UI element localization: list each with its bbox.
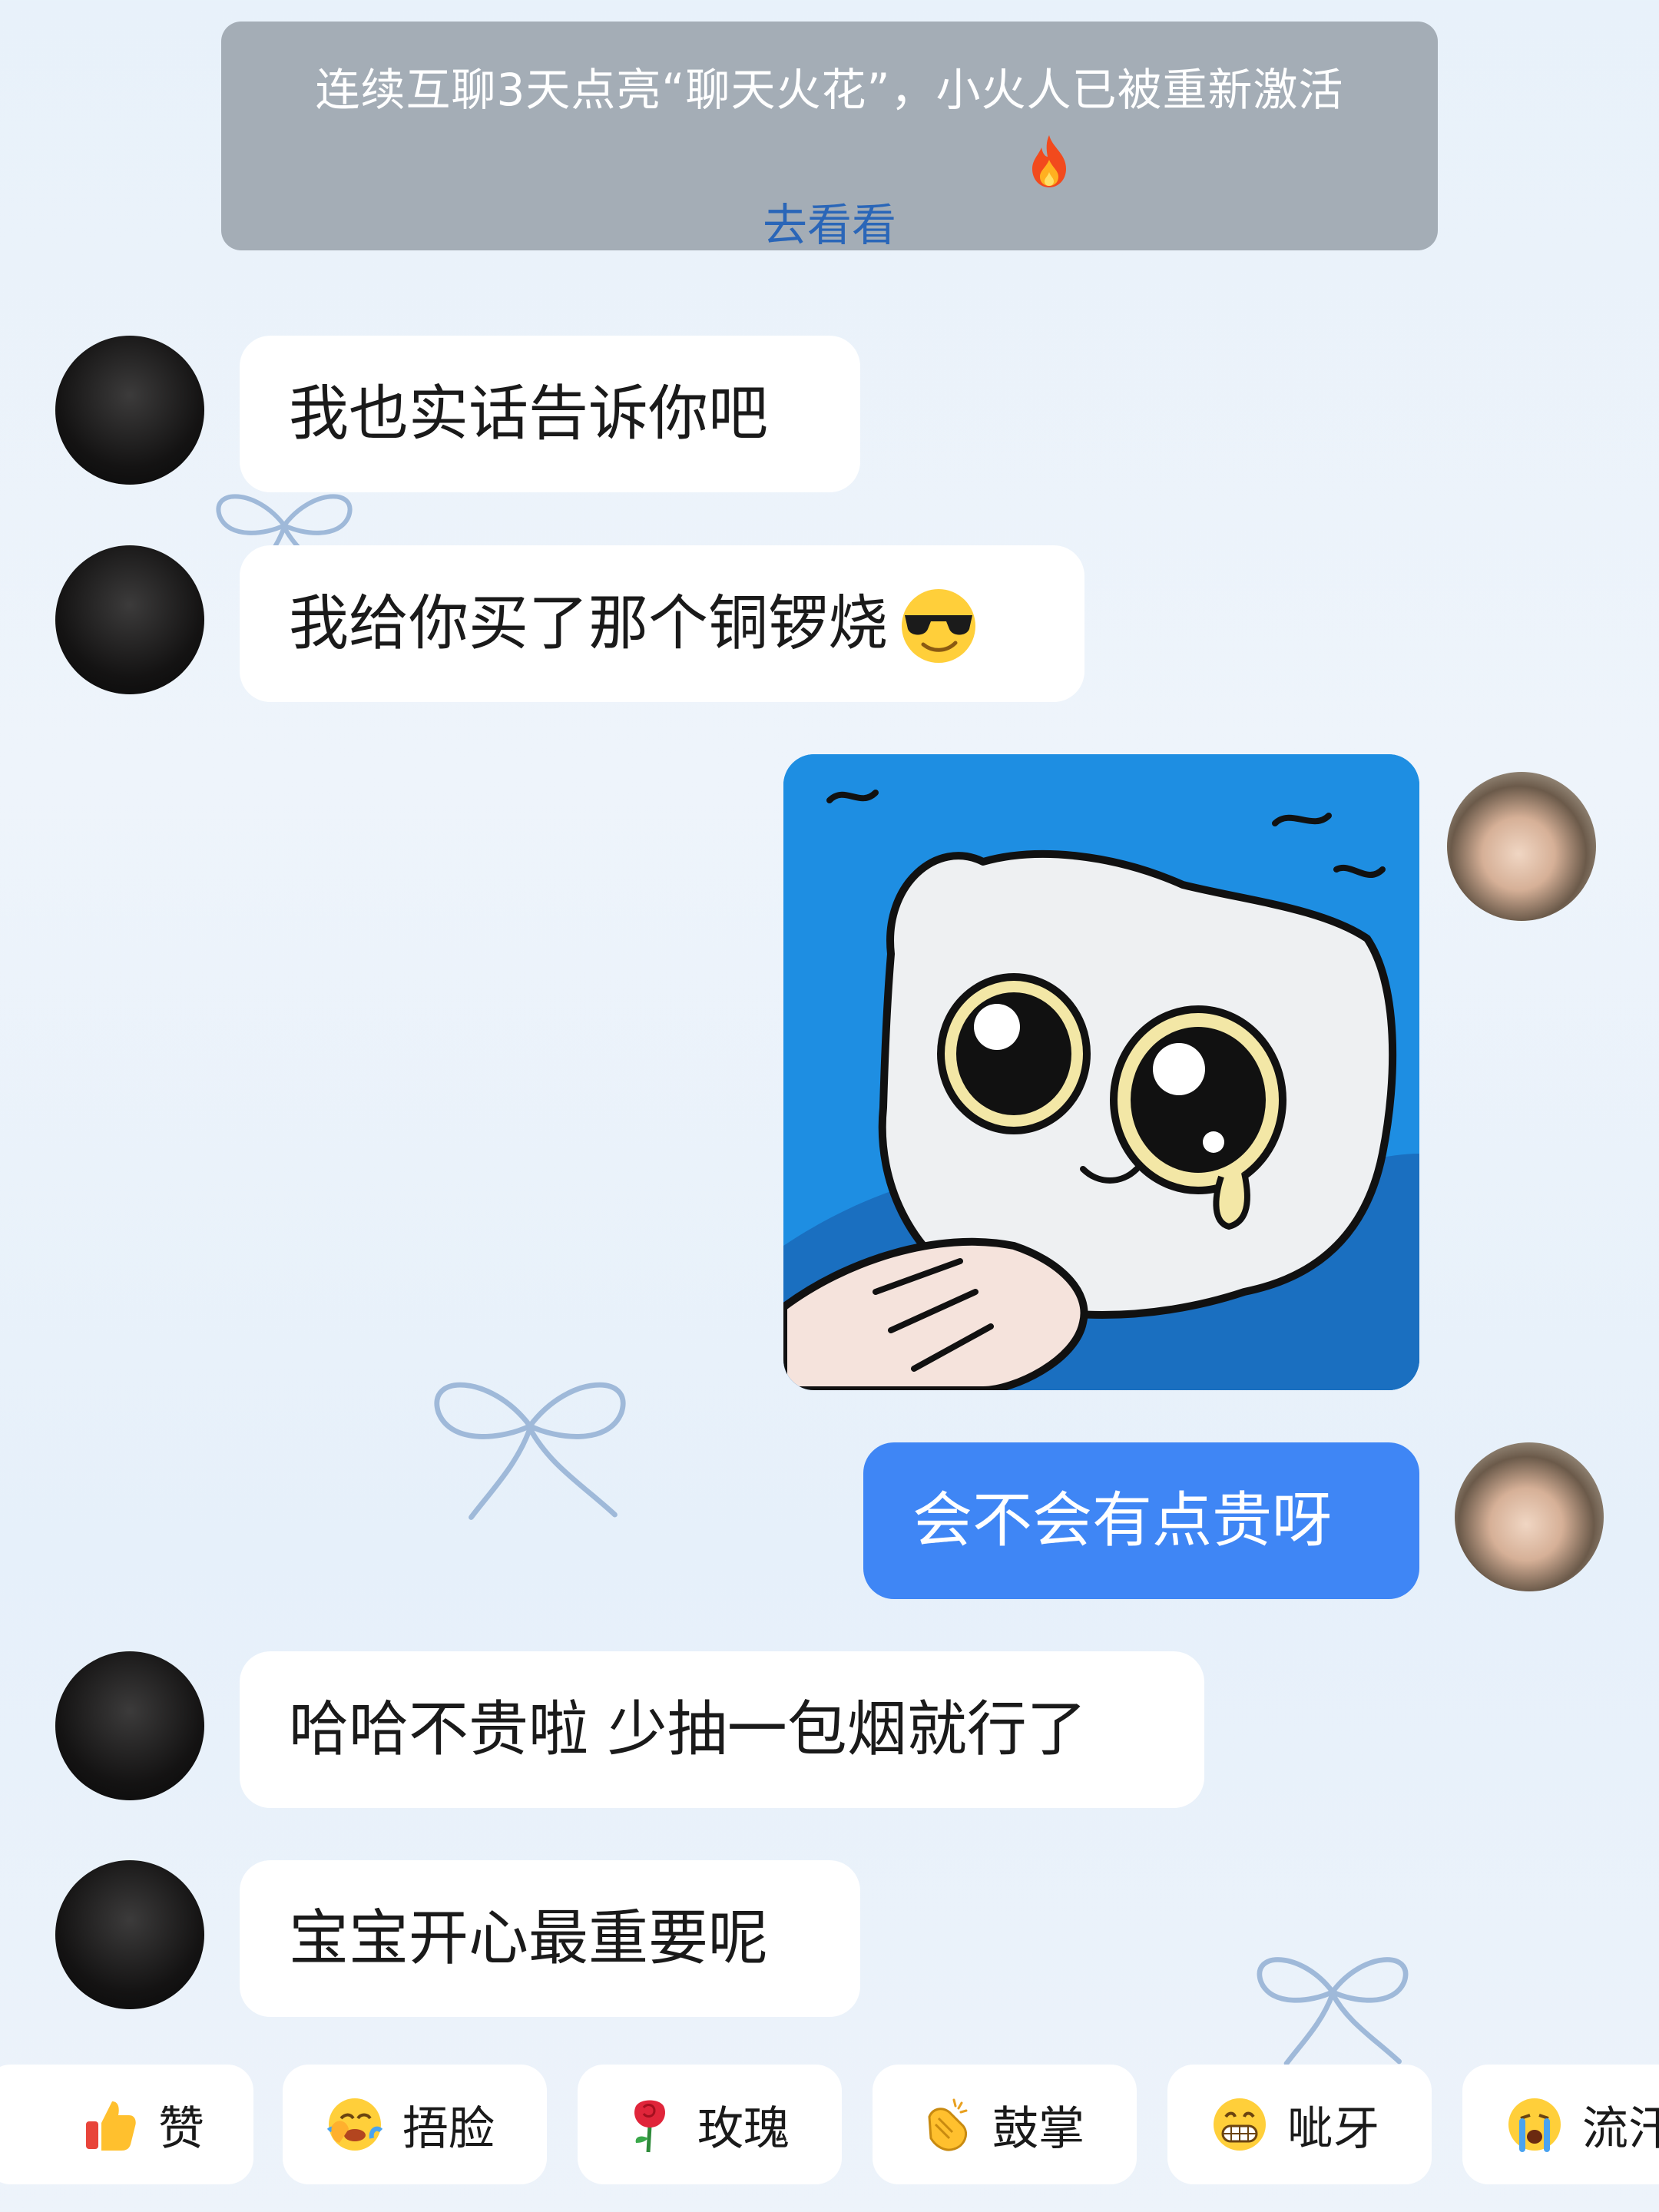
contact-avatar[interactable]	[55, 1651, 204, 1800]
quick-reply-grin[interactable]: 呲牙	[1167, 2065, 1432, 2184]
received-message-bubble[interactable]: 我也实话告诉你吧	[240, 336, 860, 492]
sunglasses-emoji	[892, 581, 985, 666]
message-text: 哈哈不贵啦 少抽一包烟就行了	[289, 1695, 1087, 1764]
contact-avatar[interactable]	[55, 1860, 204, 2009]
rose-icon	[621, 2095, 679, 2154]
quick-reply-like[interactable]: 赞	[0, 2065, 253, 2184]
quick-reaction-bar: 赞 捂脸 玫瑰 鼓掌 呲牙 流汗	[0, 2065, 1659, 2184]
received-message-bubble[interactable]: 宝宝开心最重要呢	[240, 1860, 860, 2017]
quick-reply-clap[interactable]: 鼓掌	[873, 2065, 1137, 2184]
quick-reply-sweat[interactable]: 流汗	[1462, 2065, 1659, 2184]
ribbon-bow-decoration	[1214, 1920, 1452, 2074]
fire-icon	[1025, 134, 1074, 189]
my-avatar[interactable]	[1455, 1442, 1604, 1591]
quick-reply-rose[interactable]: 玫瑰	[578, 2065, 842, 2184]
contact-avatar[interactable]	[55, 545, 204, 694]
my-avatar[interactable]	[1447, 772, 1596, 921]
grin-icon	[1210, 2095, 1269, 2154]
quick-reply-label: 呲牙	[1287, 2101, 1379, 2156]
quick-reply-label: 鼓掌	[992, 2101, 1084, 2156]
view-link[interactable]: 去看看	[221, 197, 1438, 253]
clapping-hands-icon	[916, 2095, 974, 2154]
received-message-bubble[interactable]: 我给你买了那个铜锣烧	[240, 545, 1084, 702]
message-text: 宝宝开心最重要呢	[289, 1904, 769, 1973]
message-text: 我给你买了那个铜锣烧	[289, 589, 889, 658]
chat-spark-notice: 连续互聊3天点亮“聊天火花”，小火人已被重新激活 去看看	[221, 22, 1438, 253]
crying-cat-sticker[interactable]	[783, 754, 1419, 1390]
message-text: 会不会有点贵呀	[912, 1486, 1333, 1555]
quick-reply-label: 赞	[158, 2101, 204, 2156]
message-text: 我也实话告诉你吧	[289, 379, 769, 449]
ribbon-bow-decoration	[399, 1321, 661, 1544]
notice-text: 连续互聊3天点亮“聊天火花”，小火人已被重新激活	[315, 64, 1344, 116]
thumbs-up-icon	[81, 2095, 140, 2154]
received-message-bubble[interactable]: 哈哈不贵啦 少抽一包烟就行了	[240, 1651, 1204, 1808]
contact-avatar[interactable]	[55, 336, 204, 485]
sent-message-bubble[interactable]: 会不会有点贵呀	[863, 1442, 1419, 1599]
face-palm-icon	[326, 2095, 384, 2154]
quick-reply-label: 玫瑰	[697, 2101, 790, 2156]
quick-reply-label: 流汗	[1582, 2101, 1659, 2156]
quick-reply-facepalm[interactable]: 捂脸	[283, 2065, 547, 2184]
quick-reply-label: 捂脸	[402, 2101, 495, 2156]
crying-face-icon	[1505, 2095, 1564, 2154]
